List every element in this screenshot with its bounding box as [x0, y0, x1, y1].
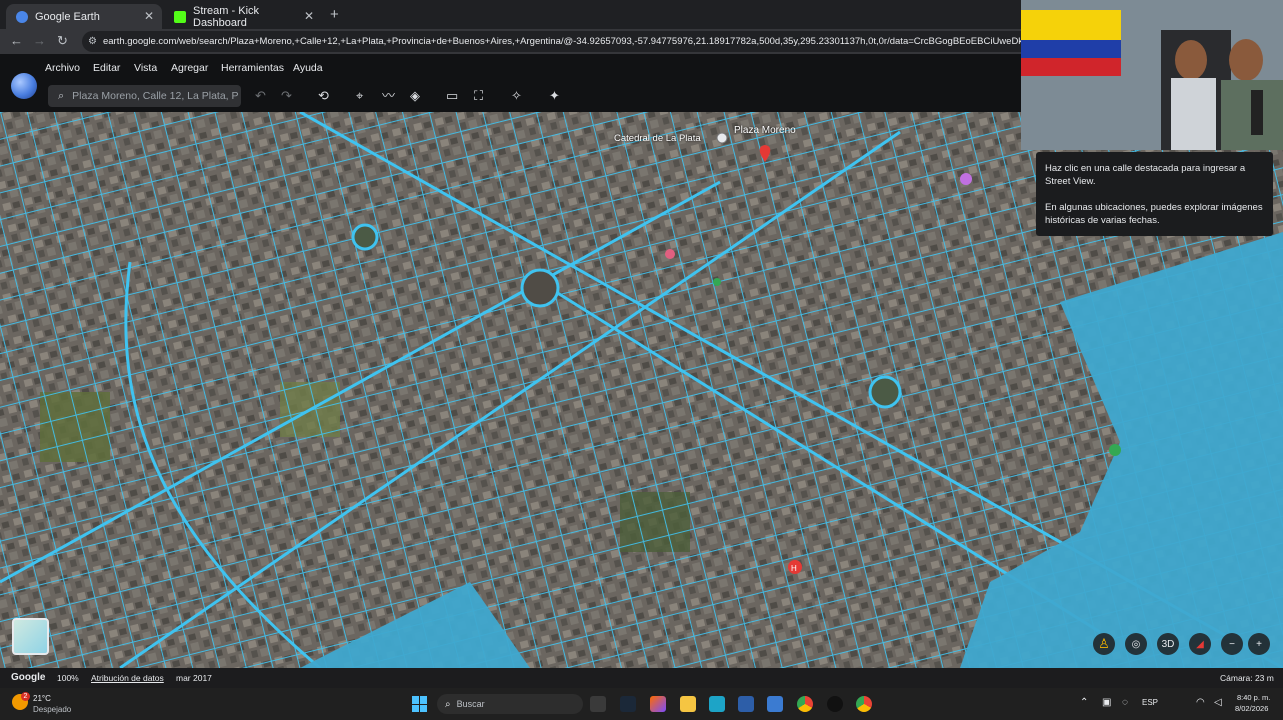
file-explorer-icon[interactable] — [680, 696, 696, 712]
chrome-active-icon[interactable] — [856, 696, 872, 712]
zoom-level: 100% — [57, 673, 79, 683]
add-path-icon[interactable]: 〰 — [382, 88, 395, 104]
menu-herramientas[interactable]: Herramientas — [221, 62, 284, 74]
forward-icon[interactable]: → — [33, 33, 46, 48]
search-input[interactable]: ⌕ Plaza Moreno, Calle 12, La Plata, P — [48, 85, 241, 107]
volume-icon[interactable]: ◁ — [1214, 697, 1222, 708]
tooltip-line-1: Haz clic en una calle destacada para ing… — [1045, 163, 1246, 187]
menu-agregar[interactable]: Agregar — [171, 62, 208, 74]
redo-icon[interactable]: ↷ — [281, 88, 292, 104]
history-icon[interactable]: ⟲ — [318, 88, 329, 104]
new-tab-icon[interactable]: + — [330, 6, 339, 23]
tab-google-earth[interactable]: Google Earth ✕ — [6, 4, 162, 29]
map-label-plaza[interactable]: Plaza Moreno — [734, 125, 796, 136]
google-logo: Google — [11, 672, 46, 683]
store-icon[interactable] — [738, 696, 754, 712]
windows-taskbar — [0, 688, 1283, 720]
taskbar-search-label: Buscar — [456, 699, 485, 709]
windows-start-icon[interactable] — [412, 696, 428, 712]
address-bar[interactable]: ⚙ earth.google.com/web/search/Plaza+More… — [82, 31, 1032, 52]
close-icon[interactable]: ✕ — [304, 9, 314, 23]
zoom-out-icon[interactable]: − — [1221, 633, 1243, 655]
street-view-tooltip: Haz clic en una calle destacada para ing… — [1036, 152, 1273, 236]
measure-icon[interactable]: ▭ — [446, 88, 458, 104]
pegman-icon[interactable]: ♙ — [1093, 633, 1115, 655]
google-earth-logo-icon[interactable] — [11, 73, 37, 99]
edge-icon[interactable] — [709, 696, 725, 712]
tooltip-line-2: En algunas ubicaciones, puedes explorar … — [1045, 202, 1263, 226]
reload-icon[interactable]: ↻ — [57, 33, 68, 49]
imagery-date: mar 2017 — [176, 673, 212, 683]
menu-ayuda[interactable]: Ayuda — [293, 62, 323, 74]
add-placemark-icon[interactable]: ⌖ — [356, 88, 363, 104]
satellite-tool-icon[interactable]: ✧ — [511, 88, 522, 104]
kick-favicon-icon — [174, 10, 186, 23]
menu-archivo[interactable]: Archivo — [45, 62, 80, 74]
zoom-in-icon[interactable]: + — [1248, 633, 1270, 655]
copilot-icon[interactable] — [650, 696, 666, 712]
chevron-up-icon[interactable]: ⌃ — [1080, 697, 1088, 708]
outlook-icon[interactable] — [767, 696, 783, 712]
undo-icon[interactable]: ↶ — [255, 88, 266, 104]
google-earth-favicon-icon — [16, 10, 28, 23]
weather-condition[interactable]: Despejado — [33, 705, 71, 714]
tab-label: Stream - Kick Dashboard — [193, 4, 260, 29]
screenshot-icon[interactable]: ⛶ — [474, 88, 483, 104]
my-location-icon[interactable]: ◎ — [1125, 633, 1147, 655]
url-text: earth.google.com/web/search/Plaza+Moreno… — [102, 36, 1032, 47]
language-indicator[interactable]: ESP — [1142, 698, 1158, 707]
clock-date[interactable]: 8/02/2026 — [1235, 704, 1268, 713]
toggle-3d-button[interactable]: 3D — [1157, 633, 1179, 655]
clock-time[interactable]: 8:40 p. m. — [1237, 693, 1270, 702]
site-info-icon[interactable]: ⚙ — [88, 36, 97, 47]
data-attribution-link[interactable]: Atribución de datos — [91, 673, 164, 683]
map-label-cathedral[interactable]: Catedral de La Plata — [614, 133, 701, 144]
tray-network-icon[interactable]: ◌ — [1122, 697, 1128, 708]
sparkle-icon[interactable]: ✦ — [549, 88, 560, 104]
task-view-icon[interactable] — [590, 696, 606, 712]
tray-app-icon[interactable]: ▣ — [1102, 697, 1111, 708]
search-icon: ⌕ — [58, 89, 65, 102]
menu-vista[interactable]: Vista — [134, 62, 157, 74]
layers-icon[interactable]: ◈ — [410, 88, 420, 104]
webcam-overlay — [1021, 0, 1283, 150]
chrome-icon[interactable] — [797, 696, 813, 712]
camera-altitude: Cámara: 23 m — [1220, 673, 1274, 683]
weather-temp[interactable]: 21°C — [33, 694, 51, 703]
menu-editar[interactable]: Editar — [93, 62, 120, 74]
tab-label: Google Earth — [35, 10, 100, 23]
close-icon[interactable]: ✕ — [144, 9, 154, 23]
taskbar-search[interactable]: ⌕ Buscar — [437, 694, 583, 714]
compass-icon[interactable]: ◢ — [1189, 633, 1211, 655]
map-style-thumbnail[interactable] — [12, 618, 49, 655]
obs-icon[interactable] — [827, 696, 843, 712]
webcam-image — [1021, 0, 1283, 150]
map-status-bar: Google 100% Atribución de datos mar 2017… — [0, 668, 1283, 688]
wifi-icon[interactable]: ◠ — [1196, 697, 1205, 708]
steam-icon[interactable] — [620, 696, 636, 712]
back-icon[interactable]: ← — [10, 33, 23, 48]
weather-badge: 2 — [21, 692, 30, 701]
svg-text:H: H — [791, 564, 797, 573]
search-icon: ⌕ — [445, 698, 451, 710]
tab-kick-dashboard[interactable]: Stream - Kick Dashboard ✕ — [164, 4, 322, 29]
search-placeholder: Plaza Moreno, Calle 12, La Plata, P — [72, 90, 239, 102]
